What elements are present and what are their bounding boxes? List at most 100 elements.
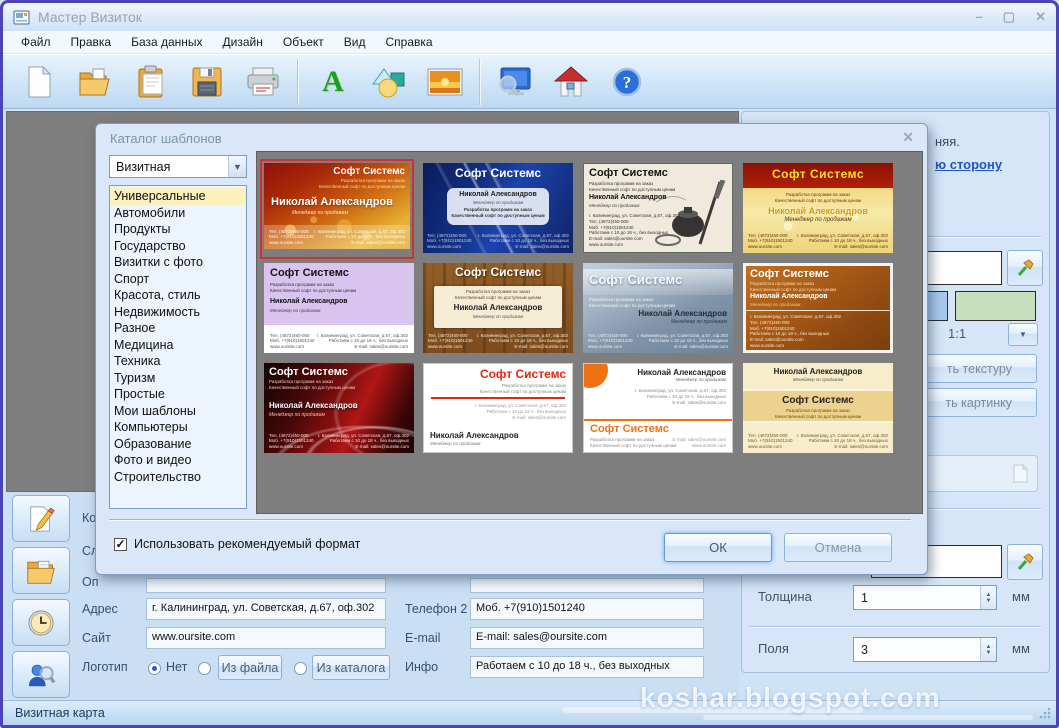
site-input[interactable]: www.oursite.com [146, 627, 386, 649]
category-item[interactable]: Строительство [110, 469, 246, 486]
open-folder-icon [77, 66, 113, 98]
category-item[interactable]: Компьютеры [110, 419, 246, 436]
category-item[interactable]: Образование [110, 436, 246, 453]
client-search-button[interactable] [12, 651, 70, 698]
color-picker-button[interactable] [1007, 250, 1043, 286]
logo-from-file-radio[interactable] [198, 662, 211, 675]
address-input[interactable]: г. Калининград, ул. Советская, д.67, оф.… [146, 598, 386, 620]
menu-item[interactable]: Файл [11, 32, 61, 52]
brush-icon [1015, 258, 1035, 278]
card-type-dropdown[interactable]: Визитная ▼ [109, 155, 247, 178]
template-thumbnail[interactable]: Софт Системс Разработка программ на зака… [743, 263, 893, 353]
template-thumbnail[interactable]: Софт Системс Разработка программ на зака… [264, 263, 414, 353]
new-document-button[interactable] [11, 58, 67, 106]
category-item[interactable]: Государство [110, 238, 246, 255]
menu-item[interactable]: Вид [334, 32, 376, 52]
category-item[interactable]: Медицина [110, 337, 246, 354]
ok-button[interactable]: ОК [664, 533, 772, 562]
description-input-partial[interactable] [146, 578, 386, 593]
open-card-button[interactable] [12, 547, 70, 594]
thickness-unit: мм [1012, 589, 1030, 604]
text-icon: A [322, 65, 344, 99]
margins-label: Поля [758, 641, 789, 656]
template-thumbnail[interactable]: Софт Системс Разработка программ на зака… [264, 363, 414, 453]
category-item[interactable]: Красота, стиль [110, 287, 246, 304]
email-input[interactable]: E-mail: sales@oursite.com [470, 627, 704, 649]
paste-button[interactable] [123, 58, 179, 106]
dialog-title: Каталог шаблонов [110, 131, 222, 146]
category-item[interactable]: Универсальные [110, 188, 246, 205]
spinner-down-icon[interactable]: ▼ [986, 598, 992, 604]
template-card: Софт Системс Разработка программ на зака… [264, 163, 410, 249]
help-button[interactable]: ? [599, 58, 655, 106]
save-button[interactable] [179, 58, 235, 106]
cancel-button[interactable]: Отмена [784, 533, 892, 562]
maximize-icon[interactable]: ▢ [1003, 9, 1015, 25]
color-swatch-green[interactable] [955, 291, 1036, 321]
scale-dropdown-button[interactable]: ▼ [1008, 323, 1038, 346]
category-item[interactable]: Продукты [110, 221, 246, 238]
resize-grip[interactable] [1039, 707, 1051, 719]
chevron-down-icon: ▼ [228, 156, 246, 177]
email-label: E-mail [405, 631, 440, 645]
logo-from-file-button[interactable]: Из файла [218, 655, 282, 680]
recommended-format-checkbox[interactable]: ✓ [114, 538, 127, 551]
border-color-picker-button[interactable] [1007, 544, 1043, 580]
card-type-value: Визитная [110, 160, 228, 174]
add-image-button[interactable] [417, 58, 473, 106]
category-item[interactable]: Техника [110, 353, 246, 370]
info-input[interactable]: Работаем с 10 до 18 ч., без выходных [470, 656, 704, 678]
category-item[interactable]: Визитки с фото [110, 254, 246, 271]
category-item[interactable]: Автомобили [110, 205, 246, 222]
menu-item[interactable]: Объект [273, 32, 334, 52]
folder-documents-icon [26, 557, 56, 585]
thickness-label: Толщина [758, 589, 812, 604]
template-thumbnail[interactable]: Николай Александров Менеджер по продажам… [743, 363, 893, 453]
close-icon[interactable]: ✕ [1035, 9, 1046, 25]
template-thumbnail[interactable]: Николай Александров Менеджер по продажам… [583, 363, 733, 453]
home-button[interactable] [543, 58, 599, 106]
menu-item[interactable]: Справка [375, 32, 442, 52]
open-button[interactable] [67, 58, 123, 106]
minimize-icon[interactable]: – [976, 9, 983, 25]
save-floppy-icon [191, 66, 223, 98]
template-thumbnail[interactable]: Софт Системс Разработка программ на зака… [583, 163, 733, 253]
category-item[interactable]: Фото и видео [110, 452, 246, 469]
logo-none-label: Нет [166, 660, 187, 674]
logo-from-catalog-button[interactable]: Из каталога [312, 655, 390, 680]
menu-item[interactable]: Правка [61, 32, 122, 52]
phone2-input[interactable]: Моб. +7(910)1501240 [470, 598, 704, 620]
category-item[interactable]: Недвижимость [110, 304, 246, 321]
add-shape-button[interactable] [361, 58, 417, 106]
add-text-button[interactable]: A [305, 58, 361, 106]
logo-from-catalog-radio[interactable] [294, 662, 307, 675]
template-catalog-dialog: Каталог шаблонов ✕ Визитная ▼ Универсаль… [95, 123, 928, 575]
switch-side-link[interactable]: ю сторону [935, 157, 1002, 172]
dialog-close-icon[interactable]: ✕ [902, 129, 914, 146]
template-thumbnail[interactable]: Софт Системс Разработка программ на зака… [423, 263, 573, 353]
category-item[interactable]: Туризм [110, 370, 246, 387]
clock-icon [27, 609, 55, 637]
category-item[interactable]: Разное [110, 320, 246, 337]
template-thumbnail[interactable]: Софт Системс Разработка программ на зака… [423, 363, 573, 453]
edit-mode-button[interactable] [12, 495, 70, 542]
phone-input-partial[interactable] [470, 578, 704, 593]
template-thumbnail[interactable]: Софт Системс Разработка программ на зака… [583, 263, 733, 353]
template-thumbnail-selected[interactable]: Софт Системс Разработка программ на зака… [260, 159, 414, 259]
thickness-stepper[interactable]: 1 ▲▼ [853, 585, 997, 610]
logo-none-radio[interactable] [148, 662, 161, 675]
home-icon [554, 66, 588, 98]
spinner-down-icon[interactable]: ▼ [986, 650, 992, 656]
help-icon: ? [611, 66, 643, 98]
history-button[interactable] [12, 599, 70, 646]
template-thumbnail[interactable]: Софт Системс Разработка программ на зака… [743, 163, 893, 253]
category-item[interactable]: Спорт [110, 271, 246, 288]
menu-item[interactable]: Дизайн [213, 32, 273, 52]
menu-item[interactable]: База данных [121, 32, 212, 52]
margins-stepper[interactable]: 3 ▲▼ [853, 637, 997, 662]
template-thumbnail[interactable]: Софт Системс Николай Александров Менедже… [423, 163, 573, 253]
print-button[interactable] [235, 58, 291, 106]
category-item[interactable]: Простые [110, 386, 246, 403]
category-item[interactable]: Мои шаблоны [110, 403, 246, 420]
preview-button[interactable] [487, 58, 543, 106]
